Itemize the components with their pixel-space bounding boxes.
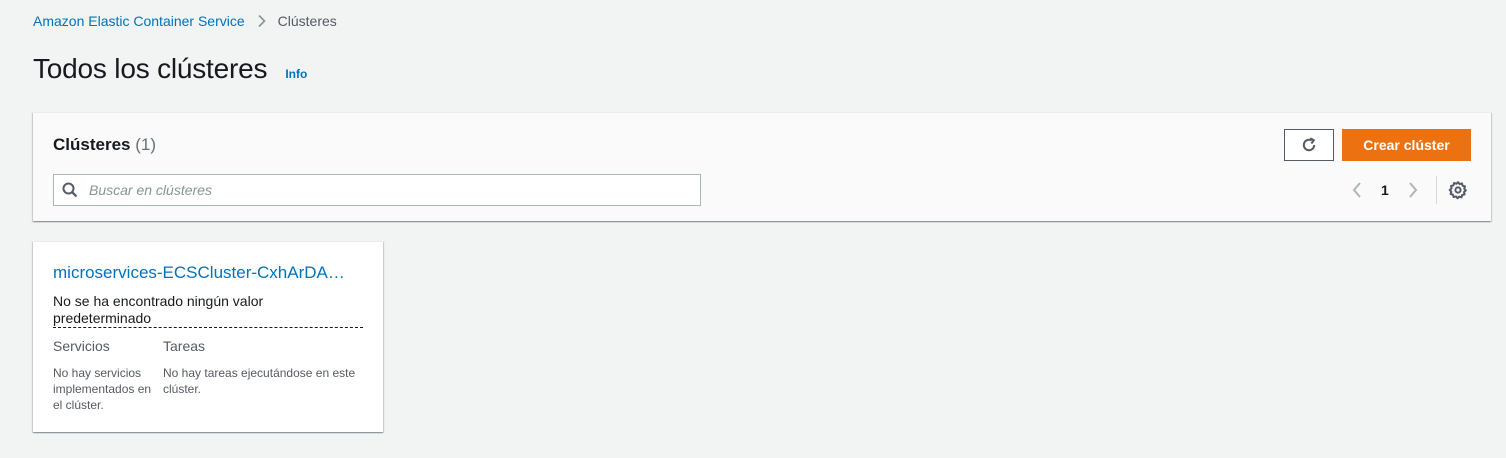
page-header: Todos los clústeres Info (33, 53, 307, 85)
tasks-value: No hay tareas ejecutándose en este clúst… (163, 366, 356, 396)
cluster-default-strategy[interactable]: No se ha encontrado ningún valor predete… (53, 293, 363, 328)
search-icon (62, 182, 78, 198)
breadcrumb: Amazon Elastic Container Service Clúster… (33, 13, 337, 29)
clusters-panel-title: Clústeres (1) (53, 135, 156, 155)
chevron-right-icon (257, 14, 267, 28)
services-value: No hay servicios implementados en el clú… (53, 366, 152, 412)
create-cluster-button[interactable]: Crear clúster (1342, 129, 1471, 161)
search-input[interactable] (87, 175, 700, 205)
refresh-button[interactable] (1284, 129, 1334, 161)
page-title: Todos los clústeres (33, 53, 268, 84)
settings-gear-icon[interactable] (1448, 180, 1468, 200)
info-link[interactable]: Info (285, 67, 307, 81)
tasks-label: Tareas (163, 338, 206, 354)
pagination: 1 (1351, 177, 1419, 203)
services-column: Servicios No hay servicios implementados… (53, 338, 153, 413)
clusters-count: (1) (135, 135, 156, 154)
clusters-title-text: Clústeres (53, 135, 131, 154)
pagination-prev-icon[interactable] (1351, 181, 1363, 199)
refresh-icon (1300, 136, 1318, 154)
pagination-divider (1436, 176, 1437, 204)
cluster-name-link[interactable]: microservices-ECSCluster-CxhArDA… (53, 263, 363, 283)
search-box (53, 174, 701, 206)
clusters-panel: Clústeres (1) Crear clúster 1 (33, 112, 1491, 221)
pagination-page-number[interactable]: 1 (1381, 182, 1389, 198)
breadcrumb-current: Clústeres (277, 13, 337, 29)
cluster-card: microservices-ECSCluster-CxhArDA… No se … (33, 241, 383, 432)
pagination-next-icon[interactable] (1407, 181, 1419, 199)
breadcrumb-ecs-link[interactable]: Amazon Elastic Container Service (33, 13, 245, 29)
tasks-column: Tareas No hay tareas ejecutándose en est… (163, 338, 363, 397)
services-label: Servicios (53, 338, 110, 354)
